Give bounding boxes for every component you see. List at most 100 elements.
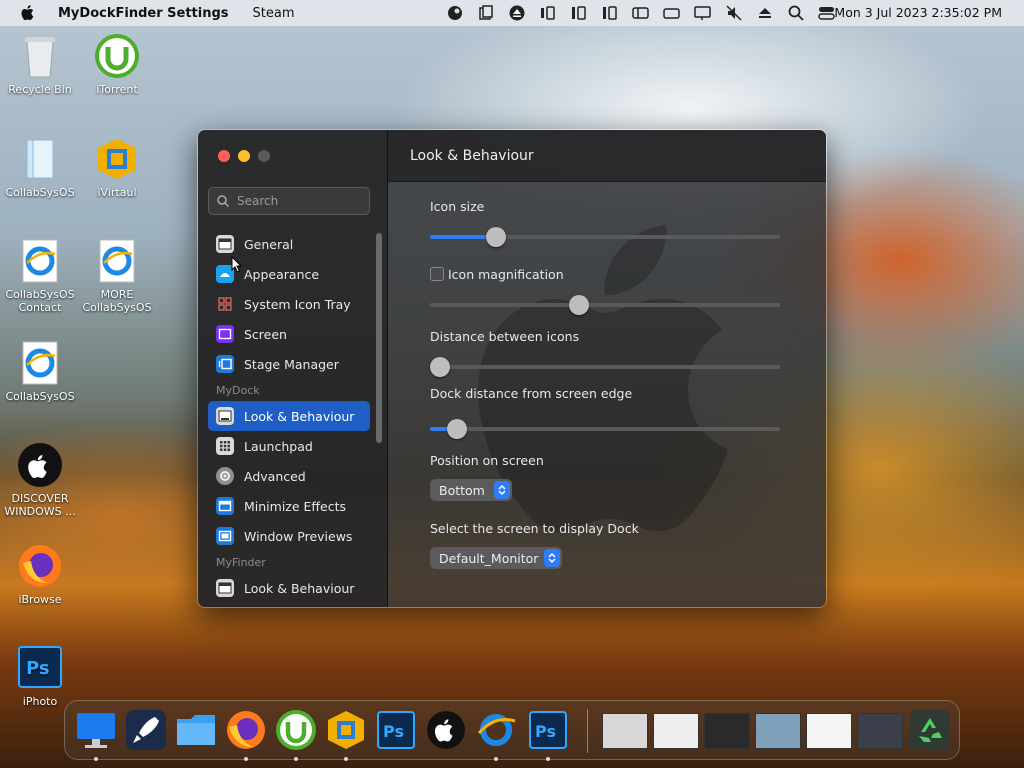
menu-clock[interactable]: Mon 3 Jul 2023 2:35:02 PM <box>834 5 1002 20</box>
dock-launchpad-rocket-icon[interactable] <box>125 709 167 751</box>
window-controls <box>218 150 270 162</box>
screen-select[interactable]: Default_Monitor <box>430 547 562 569</box>
settings-sidebar: General Appearance System Icon Tray Scre… <box>198 130 388 607</box>
window-previews-icon <box>216 527 234 545</box>
sidebar-item-finder-look-behaviour[interactable]: Look & Behaviour <box>208 573 370 603</box>
disk-tray-icon[interactable] <box>570 4 588 22</box>
dock-window-thumbnail-6[interactable] <box>857 713 903 749</box>
stage-manager-icon <box>216 355 234 373</box>
dock-window-thumbnail-4[interactable] <box>755 713 801 749</box>
desktop-icon-discover-windows[interactable]: DISCOVER WINDOWS ... <box>0 442 80 518</box>
sidebar-item-minimize-effects[interactable]: Minimize Effects <box>208 491 370 521</box>
desktop-icon-ivirtaul[interactable]: iVirtaul <box>77 136 157 199</box>
icon-magnification-label: Icon magnification <box>448 267 564 282</box>
distance-between-icons-label: Distance between icons <box>430 329 580 344</box>
page-title: Look & Behaviour <box>410 147 534 164</box>
icon-magnification-slider-knob[interactable] <box>568 295 589 315</box>
dock-window-thumbnail-2[interactable] <box>653 713 699 749</box>
chevron-updown-icon <box>494 481 510 499</box>
dock-running-indicator <box>494 757 498 761</box>
menu-bar: MyDockFinder Settings Steam Mon 3 Jul 20… <box>0 0 1024 26</box>
mute-tray-icon[interactable] <box>725 4 743 22</box>
sidebar-item-screen[interactable]: Screen <box>208 319 370 349</box>
desktop-icon-collabsysos-link[interactable]: CollabSysOS <box>0 340 80 403</box>
settings-nav: General Appearance System Icon Tray Scre… <box>208 229 370 603</box>
sidebar-item-advanced[interactable]: Advanced <box>208 461 370 491</box>
sidebar-item-system-icon-tray[interactable]: System Icon Tray <box>208 289 370 319</box>
ie-icon <box>17 340 63 386</box>
dock-photoshop-icon-2[interactable]: Ps <box>527 709 569 751</box>
virtual-box-icon <box>94 136 140 182</box>
dock-running-indicator <box>294 757 298 761</box>
desktop-icon-iphoto[interactable]: Ps iPhoto <box>0 645 80 708</box>
desktop-icon-recycle-bin[interactable]: Recycle Bin <box>0 33 80 96</box>
apple-menu-icon[interactable] <box>20 4 38 22</box>
sidebar-item-look-behaviour[interactable]: Look & Behaviour <box>208 401 370 431</box>
content-title-bar: Look & Behaviour <box>388 130 826 182</box>
sidebar-item-launchpad[interactable]: Launchpad <box>208 431 370 461</box>
ie-icon <box>17 238 63 284</box>
eject-tray-icon[interactable] <box>756 4 774 22</box>
dock-recycle-bin-icon[interactable] <box>909 709 951 751</box>
dock-utorrent-icon[interactable] <box>275 709 317 751</box>
dock-folder-icon[interactable] <box>175 709 217 751</box>
desktop-icon-more-collabsysos[interactable]: MORE CollabSysOS <box>77 238 157 314</box>
icon-grid-icon <box>216 295 234 313</box>
chevron-updown-icon <box>544 549 560 567</box>
position-select[interactable]: Bottom <box>430 479 512 501</box>
sidebar-tray-icon[interactable] <box>632 4 650 22</box>
minimize-button[interactable] <box>238 150 250 162</box>
cpu-tray-icon[interactable] <box>601 4 619 22</box>
utorrent-icon <box>94 33 140 79</box>
search-icon <box>217 192 230 211</box>
dock-photoshop-icon[interactable]: Ps <box>375 709 417 751</box>
dock-distance-slider-knob[interactable] <box>446 419 467 439</box>
desktop-icon-itorrent[interactable]: iTorrent <box>77 33 157 96</box>
distance-between-icons-slider[interactable] <box>430 357 780 377</box>
gear-icon <box>216 467 234 485</box>
search-input[interactable] <box>237 194 357 208</box>
steam-tray-icon[interactable] <box>446 4 464 22</box>
sidebar-scrollbar[interactable] <box>376 233 382 443</box>
menu-app-name[interactable]: MyDockFinder Settings <box>58 6 229 21</box>
icon-size-slider[interactable] <box>430 227 780 247</box>
desktop-icon-collabsysos-folder[interactable]: CollabSysOS <box>0 136 80 199</box>
icon-magnification-checkbox[interactable] <box>430 267 444 281</box>
control-center-icon[interactable] <box>818 4 836 22</box>
display-tray-icon[interactable] <box>694 4 712 22</box>
nav-section-myfinder: MyFinder <box>216 555 266 569</box>
icon-size-slider-knob[interactable] <box>486 227 507 247</box>
search-box[interactable] <box>208 187 370 215</box>
dock-apple-icon[interactable] <box>425 709 467 751</box>
memory-tray-icon[interactable] <box>539 4 557 22</box>
general-window-icon <box>216 235 234 253</box>
dock-virtual-box-icon[interactable] <box>325 709 367 751</box>
clipboard-tray-icon[interactable] <box>477 4 495 22</box>
eject-circle-tray-icon[interactable] <box>508 4 526 22</box>
dock-ie-icon[interactable] <box>475 709 517 751</box>
sidebar-item-general[interactable]: General <box>208 229 370 259</box>
sidebar-item-stage-manager[interactable]: Stage Manager <box>208 349 370 379</box>
dock-running-indicator <box>546 757 550 761</box>
battery-tray-icon[interactable] <box>663 4 681 22</box>
dock-window-thumbnail-1[interactable] <box>602 713 648 749</box>
ie-icon <box>94 238 140 284</box>
dock-distance-slider[interactable] <box>430 419 780 439</box>
distance-between-icons-slider-knob[interactable] <box>430 357 450 377</box>
status-icon-tray <box>446 4 836 22</box>
dock-window-thumbnail-5[interactable] <box>806 713 852 749</box>
dock-firefox-icon[interactable] <box>225 709 267 751</box>
finder-window-icon <box>216 579 234 597</box>
sidebar-item-window-previews[interactable]: Window Previews <box>208 521 370 551</box>
dock-finder-icon[interactable] <box>75 709 117 751</box>
desktop-icon-collabsysos-contact[interactable]: CollabSysOS Contact <box>0 238 80 314</box>
zoom-button[interactable] <box>258 150 270 162</box>
close-button[interactable] <box>218 150 230 162</box>
dock-distance-label: Dock distance from screen edge <box>430 386 633 401</box>
search-tray-icon[interactable] <box>787 4 805 22</box>
dock-window-thumbnail-3[interactable] <box>704 713 750 749</box>
folder-document-icon <box>17 136 63 182</box>
icon-magnification-slider[interactable] <box>430 295 780 315</box>
desktop-icon-ibrowse[interactable]: iBrowse <box>0 543 80 606</box>
menu-item-steam[interactable]: Steam <box>253 6 295 21</box>
